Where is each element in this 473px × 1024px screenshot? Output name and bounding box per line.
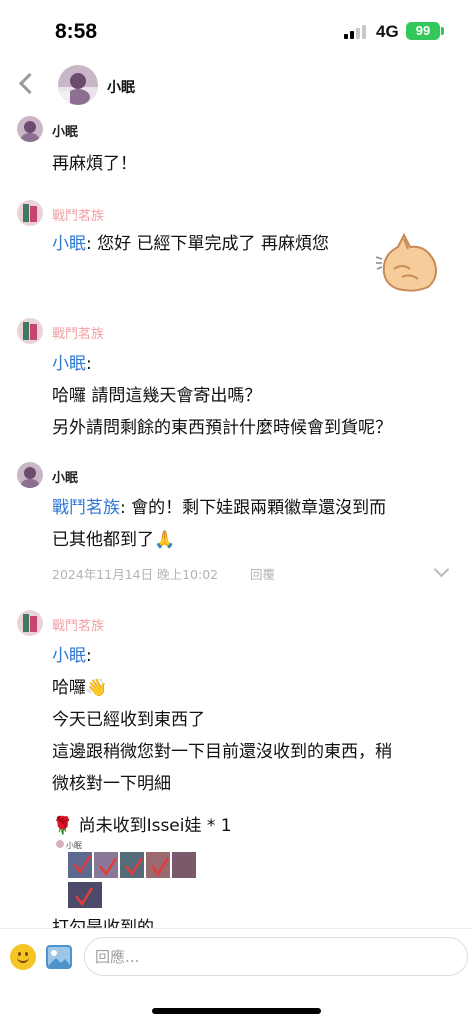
avatar[interactable] bbox=[17, 462, 43, 488]
contact-name[interactable]: 小眠 bbox=[107, 77, 135, 97]
message-timestamp: 2024年11月14日 晚上10:02 bbox=[52, 567, 219, 582]
message-line: 打勾是收到的 bbox=[52, 918, 154, 928]
mention-link[interactable]: 小眠 bbox=[52, 646, 86, 666]
sender-name: 小眠 bbox=[52, 471, 79, 486]
avatar[interactable] bbox=[17, 116, 43, 142]
message-text: 小眠: 哈囉 請問這幾天會寄出嗎？ 另外請問剩餘的東西預計什麼時候會到貨呢？ bbox=[52, 348, 392, 444]
mention-link[interactable]: 戰鬥茗族 bbox=[52, 498, 120, 518]
avatar[interactable] bbox=[17, 200, 43, 226]
message-line: : 會的！剩下娃跟兩顆徽章還沒到而 bbox=[120, 498, 387, 518]
message-text: 再麻煩了！ bbox=[52, 148, 137, 180]
message-text: 小眠: 哈囉👋 今天已經收到東西了 這邊跟稍微您對一下目前還沒收到的東西，稍 微… bbox=[52, 640, 392, 842]
home-indicator bbox=[152, 1008, 321, 1014]
reply-button[interactable]: 回覆 bbox=[250, 564, 275, 583]
message-line: 另外請問剩餘的東西預計什麼時候會到貨呢？ bbox=[52, 418, 392, 438]
image-icon[interactable] bbox=[46, 945, 72, 969]
status-time: 8:58 bbox=[55, 20, 98, 43]
back-button[interactable] bbox=[18, 72, 41, 98]
message-line: 今天已經收到東西了 bbox=[52, 710, 205, 730]
avatar[interactable] bbox=[58, 65, 98, 105]
battery-icon: 99 bbox=[406, 22, 440, 40]
signal-icon bbox=[344, 25, 368, 39]
sender-name: 戰鬥茗族 bbox=[52, 327, 105, 342]
status-bar: 8:58 4G 99 bbox=[0, 0, 473, 60]
message-line: 哈囉👋 bbox=[52, 678, 108, 698]
message-line: : 您好 已經下單完成了 再麻煩您 bbox=[86, 234, 329, 254]
image-caption: 小眠 bbox=[66, 841, 82, 850]
chevron-down-icon[interactable] bbox=[433, 561, 450, 578]
sender-name: 戰鬥茗族 bbox=[52, 209, 105, 224]
chat-header: 小眠 bbox=[0, 60, 473, 112]
emoji-button[interactable] bbox=[10, 944, 36, 970]
message-line: 微核對一下明細 bbox=[52, 774, 171, 794]
message-text: 小眠: 您好 已經下單完成了 再麻煩您 bbox=[52, 228, 329, 260]
message-line: 已其他都到了🙏 bbox=[52, 530, 176, 550]
battery-tip bbox=[441, 27, 444, 35]
message-line: 哈囉 請問這幾天會寄出嗎？ bbox=[52, 386, 262, 406]
cat-paw-sticker bbox=[374, 232, 440, 293]
chevron-left-icon bbox=[18, 72, 41, 95]
sender-name: 小眠 bbox=[52, 125, 79, 140]
message-line: 再麻煩了！ bbox=[52, 154, 137, 174]
message-text: 戰鬥茗族: 會的！剩下娃跟兩顆徽章還沒到而 已其他都到了🙏 bbox=[52, 492, 386, 556]
mention-link[interactable]: 小眠 bbox=[52, 234, 86, 254]
avatar[interactable] bbox=[17, 610, 43, 636]
sender-name: 戰鬥茗族 bbox=[52, 619, 105, 634]
network-type: 4G bbox=[376, 22, 399, 41]
message-line: : bbox=[86, 646, 92, 666]
message-line: 這邊跟稍微您對一下目前還沒收到的東西，稍 bbox=[52, 742, 392, 762]
mention-link[interactable]: 小眠 bbox=[52, 354, 86, 374]
reply-input[interactable] bbox=[84, 937, 468, 976]
composer-bar bbox=[0, 928, 473, 1024]
avatar[interactable] bbox=[17, 318, 43, 344]
message-line: : bbox=[86, 354, 92, 374]
